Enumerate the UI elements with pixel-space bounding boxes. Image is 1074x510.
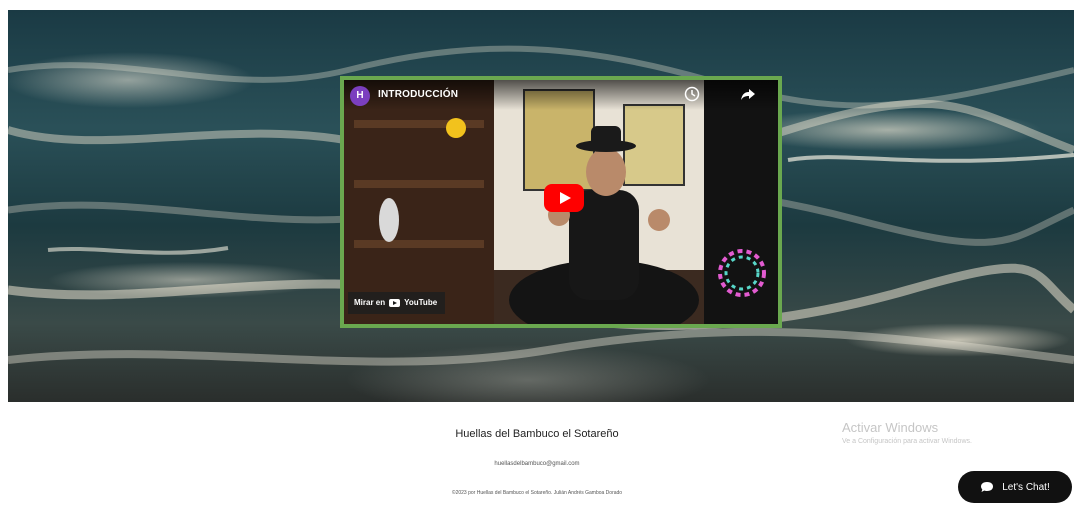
video-title-bar: H INTRODUCCIÓN [344,80,778,110]
play-button[interactable] [544,184,584,212]
activate-windows-hint: Ve a Configuración para activar Windows. [842,438,972,445]
video-title[interactable]: INTRODUCCIÓN [378,89,458,100]
share-arrow-icon[interactable] [740,86,756,102]
chat-label: Let's Chat! [1002,481,1050,493]
activate-windows-title: Activar Windows [842,420,939,435]
footer-copyright: ©2023 por Huellas del Bambuco el Sotareñ… [451,490,623,496]
site-footer: Huellas del Bambuco el Sotareño huellasd… [0,402,1074,510]
watch-later-clock-icon[interactable] [684,86,700,102]
youtube-logo-icon [389,299,401,307]
watch-on-label: Mirar en [354,298,386,307]
youtube-video-embed[interactable]: H INTRODUCCIÓN Mirar en YouTube [340,76,782,328]
play-triangle-icon [560,192,571,204]
footer-email-link[interactable]: huellasdelbambuco@gmail.com [0,461,1074,467]
activate-windows-watermark: Activar Windows Ve a Configuración para … [842,420,972,445]
lets-chat-button[interactable]: Let's Chat! [958,471,1072,503]
youtube-label: YouTube [404,298,438,307]
watch-on-youtube-button[interactable]: Mirar en YouTube [348,292,446,314]
chat-bubble-icon [981,482,994,492]
channel-avatar[interactable]: H [350,86,370,106]
